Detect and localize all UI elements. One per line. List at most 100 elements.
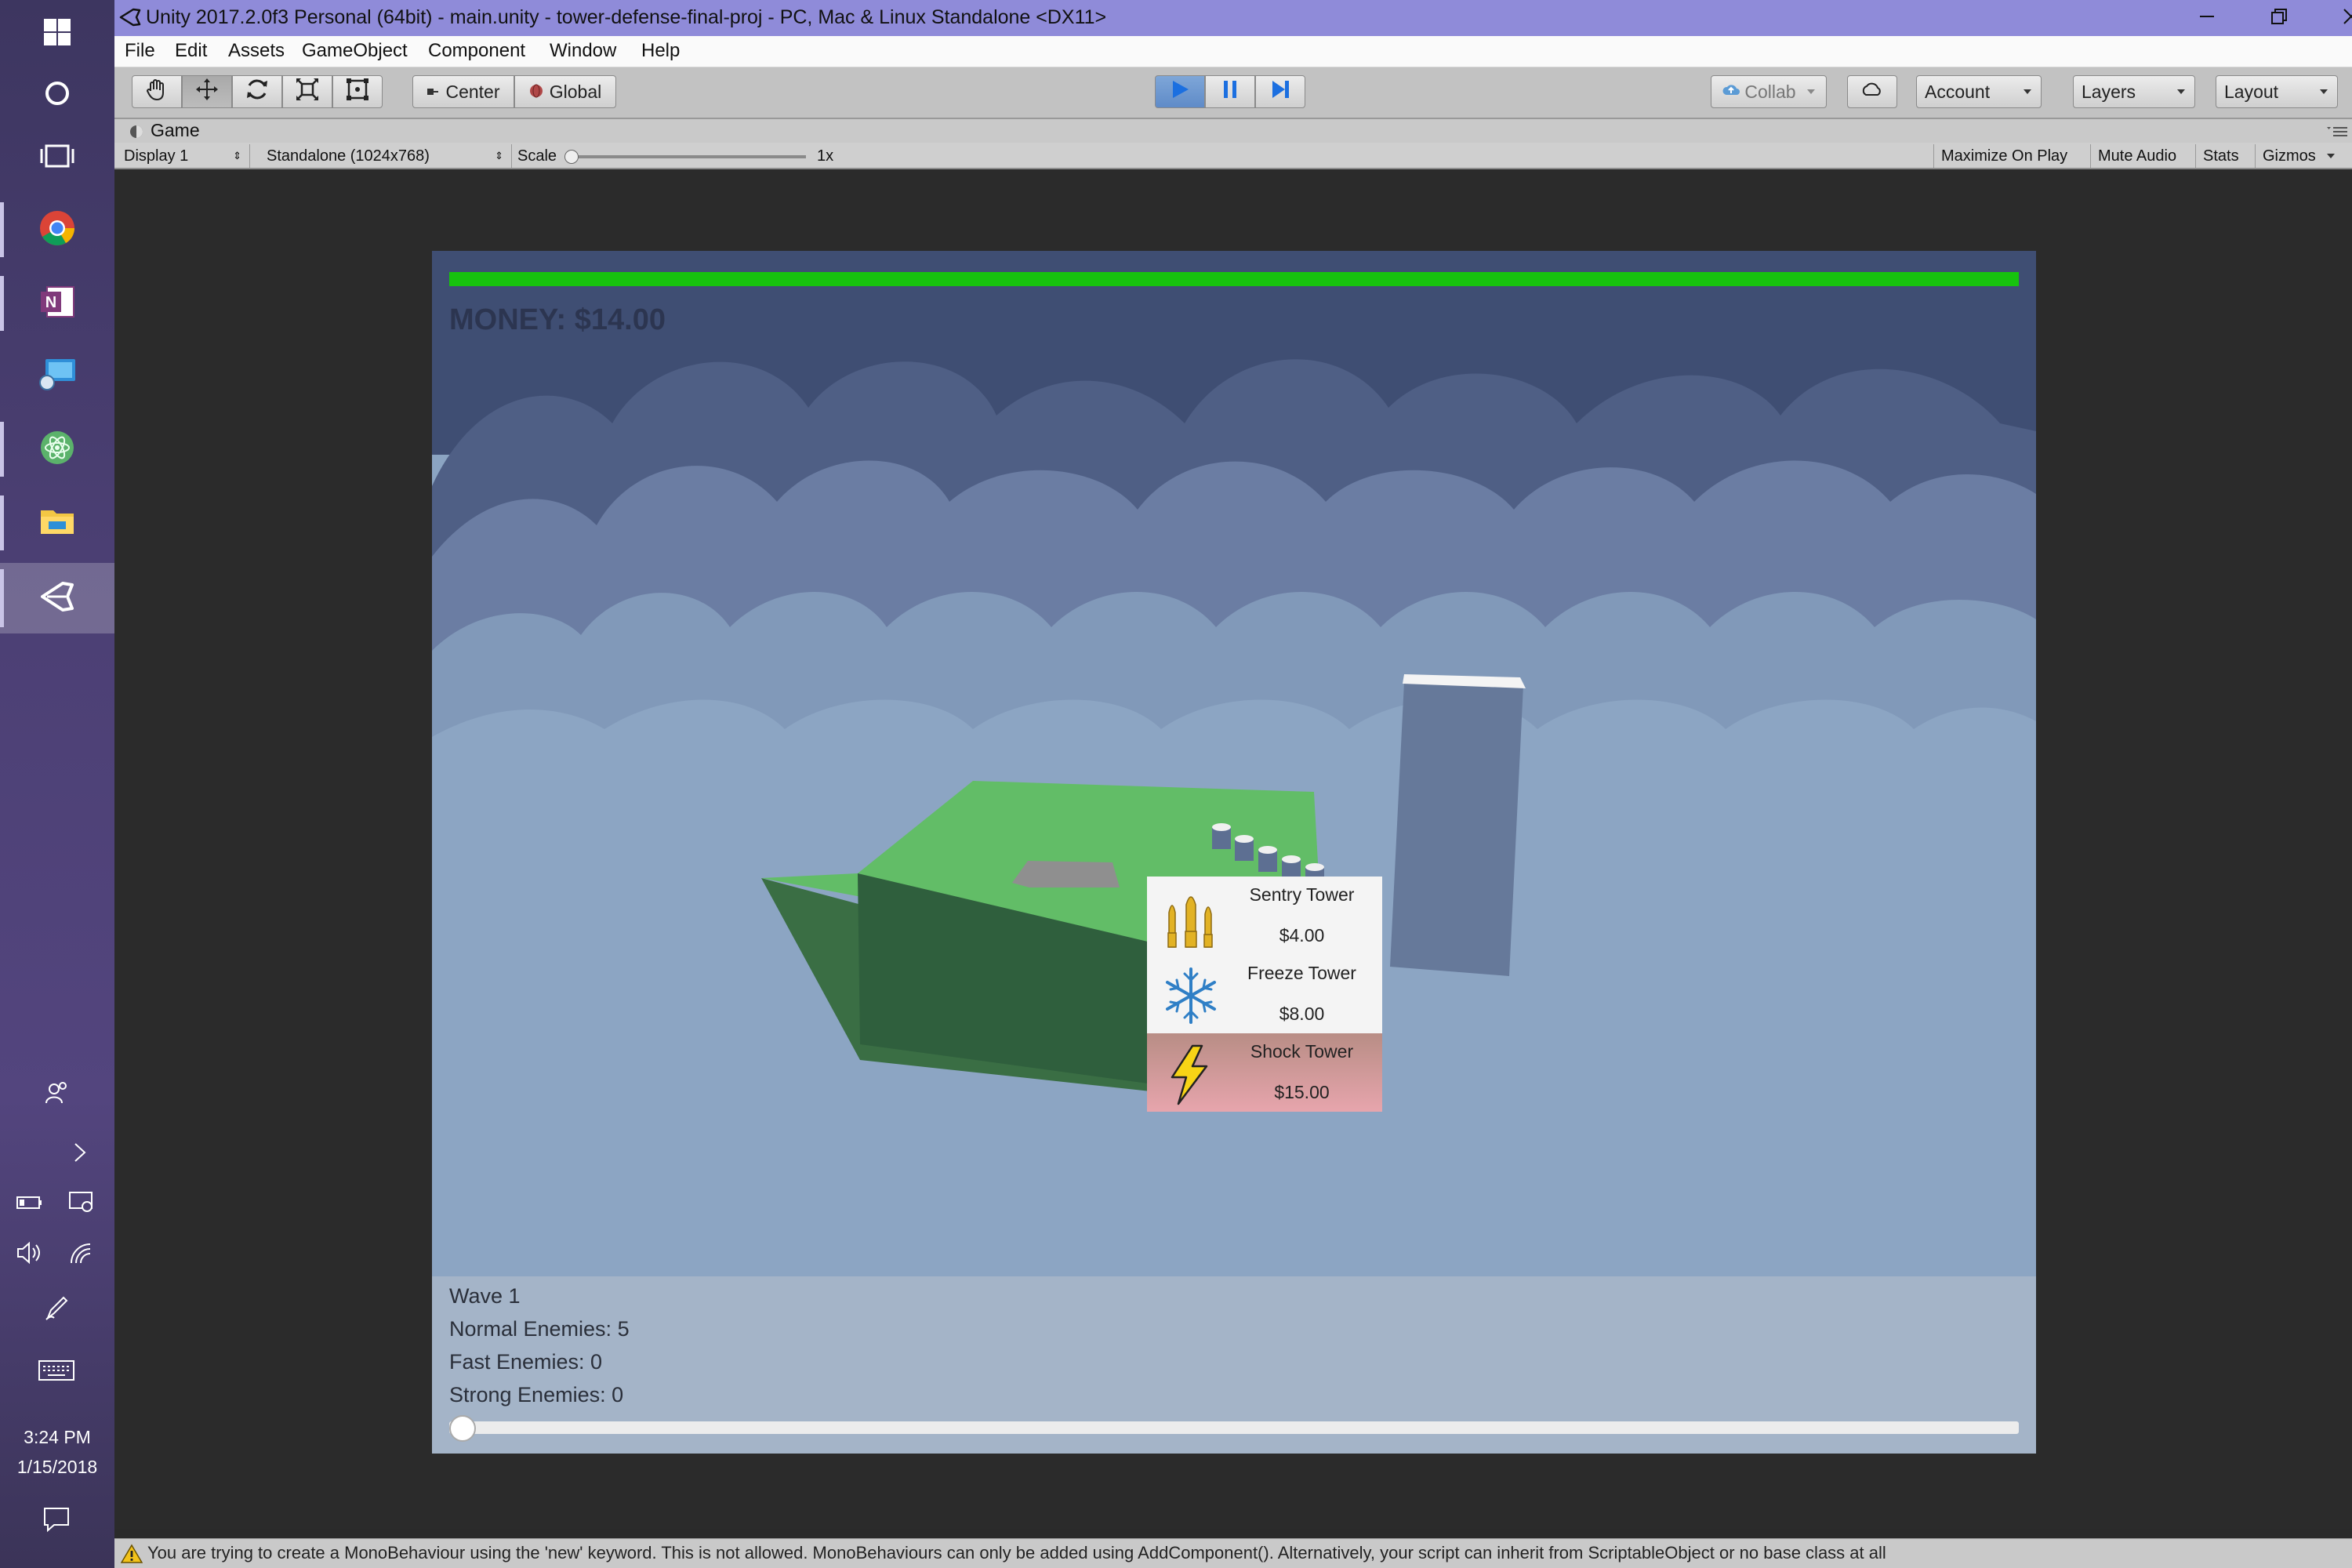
tower-option-freeze[interactable]: Freeze Tower $8.00 — [1147, 955, 1382, 1033]
play-icon — [1169, 78, 1191, 105]
start-button[interactable] — [0, 0, 114, 67]
scale-tool-button[interactable] — [282, 75, 332, 108]
tower-option-shock[interactable]: Shock Tower $15.00 — [1147, 1033, 1382, 1112]
taskbar-app-chrome[interactable] — [0, 196, 114, 263]
step-button[interactable] — [1255, 75, 1305, 108]
taskbar-app-file-explorer[interactable] — [0, 489, 114, 557]
menu-component[interactable]: Component — [428, 40, 525, 62]
taskbar-clock[interactable]: 3:24 PM 1/15/2018 — [0, 1422, 114, 1482]
unity-logo-icon — [119, 6, 141, 32]
game-scene — [432, 251, 2036, 1454]
collab-dropdown-arrow-icon — [1806, 89, 1815, 94]
toolbar-divider — [249, 144, 250, 168]
wave-title: Wave 1 — [449, 1284, 521, 1308]
gizmos-arrow-icon — [2326, 154, 2335, 158]
resolution-label: Standalone (1024x768) — [267, 147, 430, 165]
wave-progress-handle[interactable] — [449, 1415, 476, 1442]
game-render[interactable]: MONEY: $14.00 Sentry Tower $4.00 Freeze … — [432, 251, 2036, 1454]
layers-dropdown[interactable]: Layers — [2073, 75, 2195, 108]
svg-text:N: N — [45, 294, 56, 311]
pivot-rotation-button[interactable]: Global — [514, 75, 616, 108]
toolbar-divider — [511, 144, 512, 168]
task-view-icon — [40, 143, 74, 173]
pivot-center-icon — [426, 82, 439, 103]
play-button[interactable] — [1155, 75, 1205, 108]
maximize-on-play-toggle[interactable]: Maximize On Play — [1941, 144, 2067, 168]
menu-window[interactable]: Window — [550, 40, 616, 62]
chevron-right-icon — [72, 1141, 88, 1168]
menu-assets[interactable]: Assets — [228, 40, 285, 62]
rect-transform-icon — [345, 77, 370, 107]
game-tab-icon — [129, 124, 144, 143]
menu-bar: File Edit Assets GameObject Component Wi… — [114, 36, 2352, 67]
layout-dropdown[interactable]: Layout — [2216, 75, 2338, 108]
speaker-icon — [16, 1241, 43, 1269]
show-hidden-icons-button[interactable] — [56, 1131, 103, 1178]
tab-menu-icon[interactable] — [2327, 125, 2347, 142]
restore-button[interactable] — [2244, 0, 2314, 36]
tower-option-sentry[interactable]: Sentry Tower $4.00 — [1147, 877, 1382, 955]
base-health-bar — [449, 272, 2019, 286]
gizmos-label: Gizmos — [2263, 147, 2316, 165]
wifi-button[interactable] — [58, 1231, 105, 1278]
pivot-mode-button[interactable]: Center — [412, 75, 514, 108]
rect-tool-button[interactable] — [332, 75, 383, 108]
taskbar-app-onenote[interactable]: N — [0, 270, 114, 337]
file-explorer-icon — [39, 506, 75, 541]
gizmos-dropdown[interactable]: Gizmos — [2263, 144, 2335, 168]
tower-price: $4.00 — [1279, 925, 1325, 946]
minimize-button[interactable] — [2172, 0, 2242, 36]
bullets-icon — [1161, 886, 1221, 949]
task-view-button[interactable] — [0, 124, 114, 191]
game-view-tab[interactable]: Game — [114, 119, 2352, 143]
hand-tool-button[interactable] — [132, 75, 182, 108]
action-center-button[interactable] — [33, 1497, 80, 1544]
game-view-toolbar: Display 1 ⇕ Standalone (1024x768) ⇕ Scal… — [114, 143, 2352, 169]
updown-arrow-icon: ⇕ — [233, 150, 241, 162]
rotate-tool-button[interactable] — [232, 75, 282, 108]
menu-gameobject[interactable]: GameObject — [302, 40, 408, 62]
display-dropdown[interactable]: Display 1 ⇕ — [124, 144, 241, 168]
scale-label: Scale — [517, 147, 557, 165]
account-dropdown[interactable]: Account — [1916, 75, 2042, 108]
mute-audio-toggle[interactable]: Mute Audio — [2098, 144, 2176, 168]
move-tool-button[interactable] — [182, 75, 232, 108]
menu-file[interactable]: File — [125, 40, 155, 62]
scale-slider[interactable] — [564, 150, 806, 164]
cortana-button[interactable] — [0, 61, 114, 129]
people-button[interactable] — [33, 1071, 80, 1118]
cloud-services-button[interactable] — [1847, 75, 1897, 108]
layout-label: Layout — [2224, 81, 2279, 102]
wave-progress-slider[interactable] — [449, 1415, 2019, 1442]
path-tile — [1012, 861, 1120, 887]
display-label: Display 1 — [124, 147, 189, 165]
rotate-icon — [245, 77, 270, 107]
resolution-dropdown[interactable]: Standalone (1024x768) ⇕ — [267, 144, 503, 168]
layers-label: Layers — [2082, 81, 2136, 102]
minimize-icon — [2198, 8, 2216, 29]
hand-icon — [144, 77, 169, 107]
scale-slider-thumb[interactable] — [564, 150, 579, 164]
menu-help[interactable]: Help — [641, 40, 680, 62]
battery-icon — [16, 1195, 43, 1214]
pause-button[interactable] — [1205, 75, 1255, 108]
volume-button[interactable] — [6, 1231, 53, 1278]
menu-edit[interactable]: Edit — [175, 40, 207, 62]
taskbar-app-atom[interactable] — [0, 416, 114, 483]
network-display-button[interactable] — [58, 1181, 105, 1228]
pen-workspace-button[interactable] — [33, 1286, 80, 1333]
taskbar-app-unity[interactable] — [0, 563, 114, 633]
collab-dropdown[interactable]: Collab — [1711, 75, 1827, 108]
stats-toggle[interactable]: Stats — [2203, 144, 2239, 168]
scale-value: 1x — [817, 147, 834, 165]
console-status-bar[interactable]: You are trying to create a MonoBehaviour… — [114, 1538, 2352, 1568]
battery-button[interactable] — [6, 1181, 53, 1228]
touch-keyboard-button[interactable] — [33, 1348, 80, 1396]
toolbar-divider — [2195, 144, 2196, 168]
close-button[interactable] — [2316, 0, 2352, 36]
windows-start-icon — [44, 18, 71, 49]
onenote-icon: N — [39, 284, 75, 324]
window-titlebar[interactable]: Unity 2017.2.0f3 Personal (64bit) - main… — [114, 0, 2352, 36]
snowflake-icon — [1161, 964, 1221, 1027]
taskbar-app-remote-desktop[interactable] — [0, 342, 114, 409]
